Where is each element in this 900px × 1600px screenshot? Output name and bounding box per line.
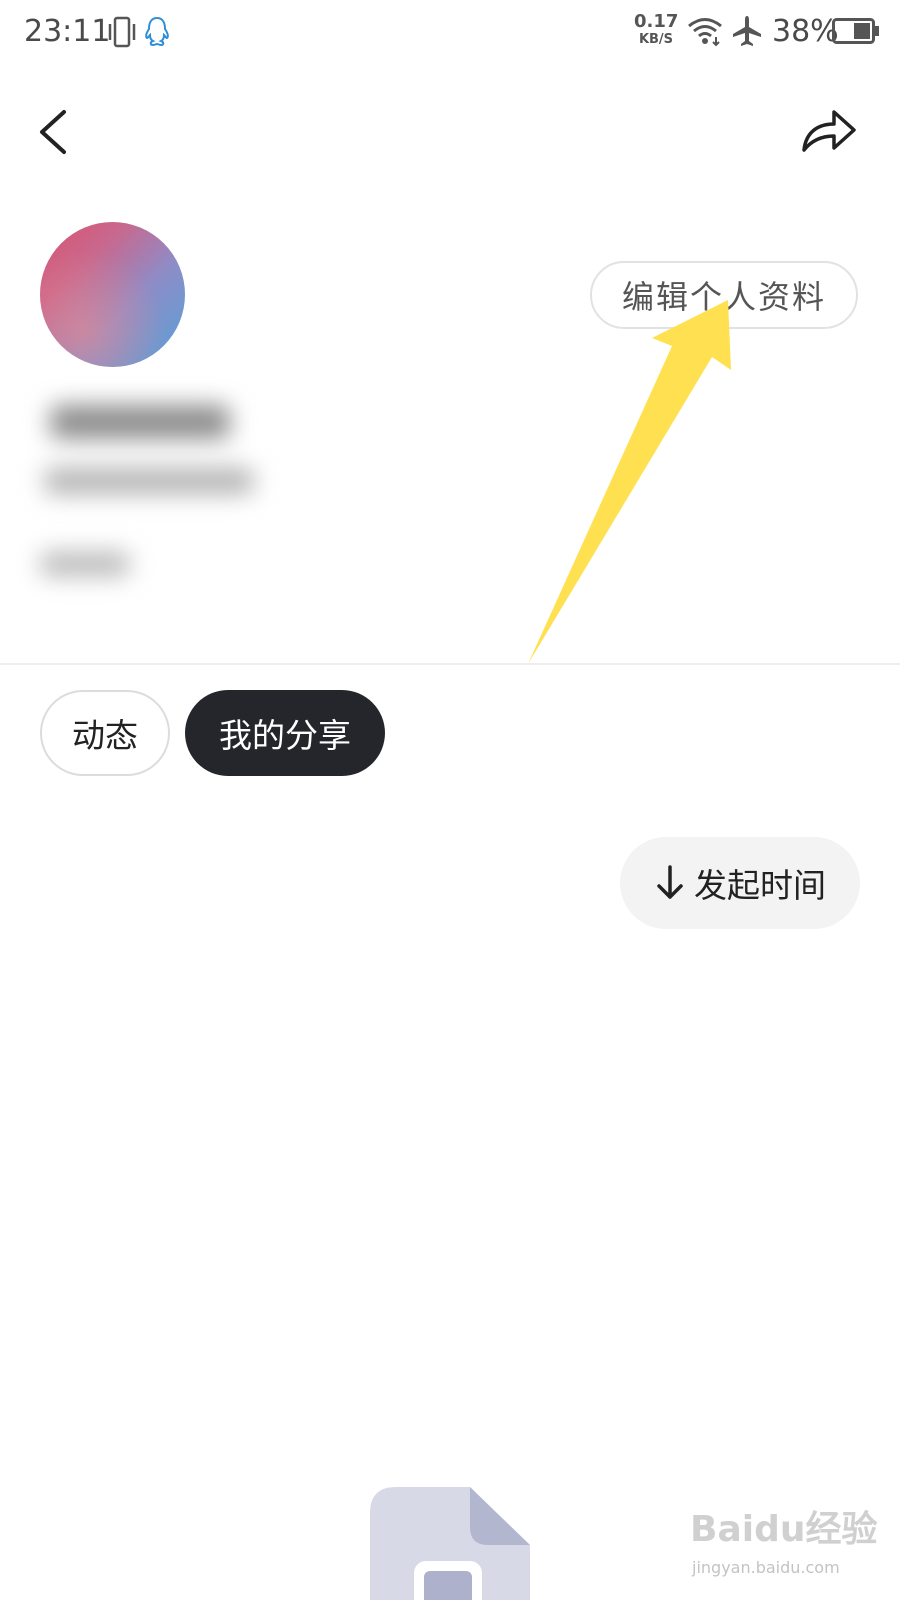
network-speed-unit: KB/S	[638, 32, 674, 47]
username-blurred	[50, 405, 230, 439]
battery-icon	[832, 18, 879, 44]
arrow-down-icon	[657, 865, 683, 899]
profile-page: 23:11 0.17 KB/S 38% 编辑个人资料 动态 我的分享 发起时间 …	[0, 0, 900, 1600]
sort-by-start-time-button[interactable]: 发起时间	[620, 837, 860, 929]
baidu-watermark: Baidu经验 jingyan.baidu.com	[690, 1500, 890, 1600]
wifi-icon	[688, 18, 722, 47]
sort-label: 发起时间	[694, 866, 826, 905]
meta-blurred	[40, 552, 130, 576]
airplane-icon	[733, 16, 761, 46]
status-time: 23:11	[24, 14, 111, 49]
vibrate-icon	[108, 16, 136, 48]
status-bar: 23:11 0.17 KB/S 38%	[0, 0, 900, 66]
empty-document-icon	[370, 1487, 530, 1600]
tab-my-share[interactable]: 我的分享	[185, 690, 385, 776]
bio-blurred	[44, 468, 254, 494]
network-speed: 0.17 KB/S	[634, 11, 679, 47]
qq-icon	[145, 16, 169, 47]
tab-dynamic[interactable]: 动态	[40, 690, 170, 776]
edit-profile-button[interactable]: 编辑个人资料	[590, 261, 858, 329]
network-speed-value: 0.17	[634, 11, 679, 32]
back-button[interactable]	[30, 104, 78, 160]
watermark-domain: jingyan.baidu.com	[692, 1558, 840, 1577]
watermark-logo: Baidu经验	[690, 1509, 878, 1550]
avatar[interactable]	[40, 222, 185, 367]
section-divider	[0, 663, 900, 665]
share-button[interactable]	[800, 106, 858, 158]
battery-percent: 38%	[772, 14, 839, 49]
